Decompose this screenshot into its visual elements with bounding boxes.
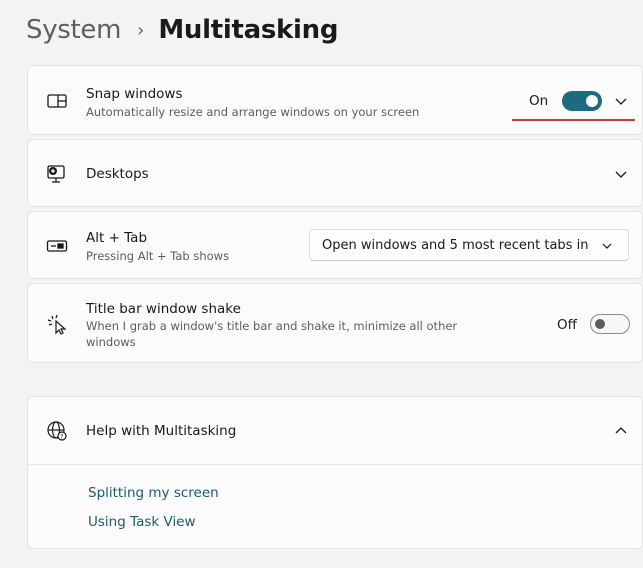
title-bar-shake-toggle-label: Off — [557, 317, 577, 333]
snap-windows-toggle-label: On — [529, 93, 549, 109]
title-bar-shake-card: Title bar window shake When I grab a win… — [27, 283, 643, 363]
help-card: ? Help with Multitasking Splitting my sc… — [27, 396, 643, 549]
desktops-card[interactable]: Desktops — [27, 139, 643, 207]
window-shake-icon — [46, 313, 68, 335]
chevron-down-icon[interactable] — [614, 94, 628, 108]
snap-windows-toggle[interactable] — [562, 91, 602, 111]
alt-tab-title: Alt + Tab — [86, 230, 148, 246]
snap-windows-card[interactable]: Snap windows Automatically resize and ar… — [27, 65, 643, 135]
breadcrumb-separator-icon: › — [137, 19, 145, 41]
alt-tab-description: Pressing Alt + Tab shows — [86, 249, 230, 263]
help-header[interactable]: ? Help with Multitasking — [28, 397, 642, 465]
chevron-up-icon[interactable] — [614, 424, 628, 438]
virtual-desktops-icon — [46, 163, 68, 185]
toggle-knob — [595, 319, 605, 329]
chevron-down-icon — [600, 239, 614, 253]
chevron-down-icon[interactable] — [614, 167, 628, 181]
alt-tab-dropdown[interactable]: Open windows and 5 most recent tabs in M — [309, 229, 629, 261]
desktops-title: Desktops — [86, 166, 149, 182]
snap-windows-title: Snap windows — [86, 86, 183, 102]
help-link-task-view[interactable]: Using Task View — [88, 514, 196, 530]
keyboard-tab-icon — [46, 235, 68, 257]
breadcrumb: System › Multitasking — [26, 12, 338, 48]
title-bar-shake-toggle[interactable] — [590, 314, 630, 334]
help-divider — [28, 464, 642, 465]
page-title: Multitasking — [158, 15, 339, 45]
help-link-splitting-screen[interactable]: Splitting my screen — [88, 485, 219, 501]
snap-layout-icon — [46, 90, 68, 112]
toggle-knob — [586, 95, 598, 107]
title-bar-shake-title: Title bar window shake — [86, 301, 241, 317]
breadcrumb-parent-system[interactable]: System — [26, 15, 121, 45]
help-title: Help with Multitasking — [86, 423, 237, 439]
snap-windows-description: Automatically resize and arrange windows… — [86, 105, 420, 119]
globe-help-icon: ? — [46, 420, 68, 442]
title-bar-shake-description: When I grab a window's title bar and sha… — [86, 319, 458, 349]
alt-tab-dropdown-value: Open windows and 5 most recent tabs in M — [322, 238, 592, 253]
annotation-underline — [512, 119, 635, 121]
svg-text:?: ? — [60, 433, 63, 440]
